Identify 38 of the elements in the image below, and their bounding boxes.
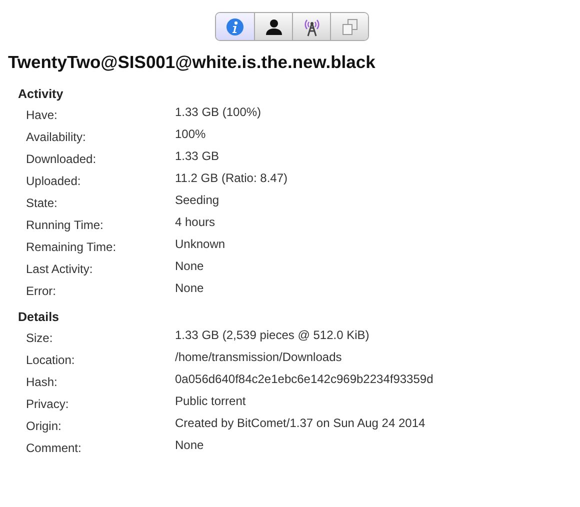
field-value: 11.2 GB (Ratio: 8.47) (175, 171, 288, 187)
field-label: Downloaded: (26, 151, 98, 168)
field-value: 1.33 GB (175, 149, 220, 165)
field-value: 100% (175, 127, 207, 143)
field-label: Running Time: (26, 217, 104, 234)
field-value: None (175, 438, 205, 454)
field-label: Hash: (26, 374, 58, 391)
field-label: Origin: (26, 418, 62, 435)
info-icon (226, 18, 244, 36)
tab[interactable] (292, 13, 330, 40)
field-label: Size: (26, 330, 54, 347)
field-label: Error: (26, 283, 57, 300)
field-label: Uploaded: (26, 173, 82, 190)
field-label: Availability: (26, 129, 87, 146)
field-label: Have: (26, 107, 58, 124)
field-value: Seeding (175, 193, 220, 209)
field-value: /home/transmission/Downloads (175, 350, 343, 366)
field-value: Unknown (175, 237, 226, 253)
field-label: State: (26, 195, 58, 212)
field-value: None (175, 259, 205, 275)
field-value: None (175, 281, 205, 297)
field-value: 1.33 GB (100%) (175, 105, 262, 121)
field-label: Privacy: (26, 396, 70, 413)
files-icon (340, 18, 358, 36)
field-value: 1.33 GB (2,539 pieces @ 512.0 KiB) (175, 328, 370, 344)
field-value: Public torrent (175, 394, 247, 410)
torrent-name: TwentyTwo@SIS001@white.is.the.new.black (8, 52, 376, 73)
person-icon (264, 18, 282, 36)
field-label: Remaining Time: (26, 239, 118, 256)
field-value: Created by BitComet/1.37 on Sun Aug 24 2014 (175, 416, 426, 432)
section-heading: Details (18, 310, 60, 324)
field-label: Comment: (26, 440, 82, 457)
section-heading: Activity (18, 87, 64, 101)
field-label: Location: (26, 352, 76, 369)
field-label: Last Activity: (26, 261, 94, 278)
field-value: 0a056d640f84c2e1ebc6e142c969b2234f93359d (175, 372, 434, 388)
field-value: 4 hours (175, 215, 216, 231)
tab[interactable] (254, 13, 292, 40)
